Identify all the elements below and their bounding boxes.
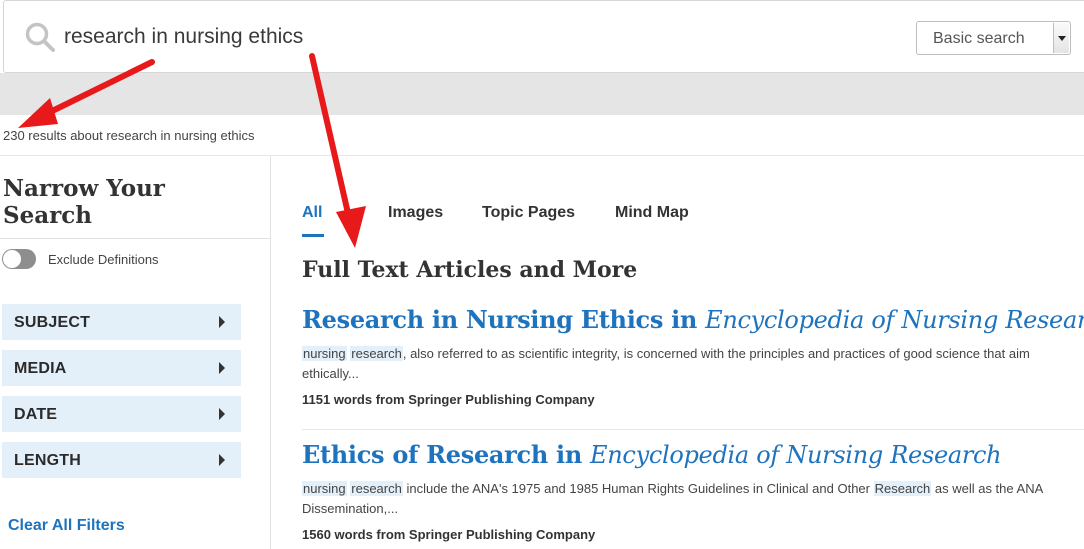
result-meta: 1151 words from Springer Publishing Comp… bbox=[302, 392, 595, 407]
result-snippet: nursing research include the ANA's 1975 … bbox=[302, 479, 1084, 519]
divider bbox=[0, 238, 271, 239]
result-title-link[interactable]: Ethics of Research in Encyclopedia of Nu… bbox=[302, 440, 1002, 469]
toggle-label: Exclude Definitions bbox=[48, 252, 159, 267]
active-tab-indicator bbox=[302, 234, 324, 237]
toggle-knob bbox=[3, 250, 21, 268]
filter-media[interactable]: MEDIA bbox=[2, 350, 241, 386]
snippet-highlight: research bbox=[350, 346, 403, 361]
result-snippet: nursing research, also referred to as sc… bbox=[302, 344, 1084, 384]
search-input[interactable]: research in nursing ethics bbox=[64, 25, 303, 49]
filter-subject[interactable]: SUBJECT bbox=[2, 304, 241, 340]
filter-length[interactable]: LENGTH bbox=[2, 442, 241, 478]
snippet-text: Dissemination,... bbox=[302, 501, 399, 516]
result-source: Encyclopedia of Nursing Research bbox=[705, 306, 1084, 334]
snippet-highlight: nursing bbox=[302, 346, 347, 361]
sidebar-title: Narrow Your Search bbox=[3, 175, 165, 229]
filter-label: MEDIA bbox=[14, 360, 67, 377]
filter-label: LENGTH bbox=[14, 452, 81, 469]
search-bar: research in nursing ethics Basic search bbox=[3, 0, 1084, 73]
filter-sidebar: Narrow Your Search Exclude Definitions S… bbox=[0, 156, 271, 549]
result-title-text: Ethics of Research in bbox=[302, 440, 591, 469]
snippet-highlight: nursing bbox=[302, 481, 347, 496]
results-count: 230 results about research in nursing et… bbox=[3, 128, 255, 143]
snippet-highlight: research bbox=[350, 481, 403, 496]
section-title: Full Text Articles and More bbox=[302, 257, 638, 283]
tab-mind-map[interactable]: Mind Map bbox=[615, 204, 689, 222]
snippet-text: ethically... bbox=[302, 366, 359, 381]
chevron-down-icon[interactable] bbox=[1053, 23, 1069, 53]
chevron-right-icon bbox=[219, 362, 225, 374]
snippet-text: , also referred to as scientific integri… bbox=[402, 346, 1030, 361]
search-mode-label: Basic search bbox=[933, 30, 1025, 47]
search-mode-select[interactable]: Basic search bbox=[916, 21, 1071, 55]
snippet-text: as well as the ANA bbox=[931, 481, 1044, 496]
divider-band bbox=[0, 73, 1084, 115]
result-meta: 1560 words from Springer Publishing Comp… bbox=[302, 527, 596, 542]
tab-topic-pages[interactable]: Topic Pages bbox=[482, 204, 575, 222]
exclude-definitions-toggle[interactable] bbox=[2, 249, 36, 269]
chevron-right-icon bbox=[219, 316, 225, 328]
result-title-link[interactable]: Research in Nursing Ethics in Encycloped… bbox=[302, 305, 1084, 334]
clear-all-filters-link[interactable]: Clear All Filters bbox=[8, 517, 125, 535]
tab-all[interactable]: All bbox=[302, 204, 322, 222]
result-title-text: Research in Nursing Ethics in bbox=[302, 305, 706, 334]
tab-images[interactable]: Images bbox=[388, 204, 443, 222]
filter-date[interactable]: DATE bbox=[2, 396, 241, 432]
chevron-right-icon bbox=[219, 408, 225, 420]
result-source: Encyclopedia of Nursing Research bbox=[590, 441, 1002, 469]
divider bbox=[302, 429, 1084, 430]
filter-label: SUBJECT bbox=[14, 314, 91, 331]
snippet-text: include the ANA's 1975 and 1985 Human Ri… bbox=[402, 481, 874, 496]
filter-label: DATE bbox=[14, 406, 58, 423]
search-icon[interactable] bbox=[24, 21, 56, 53]
chevron-right-icon bbox=[219, 454, 225, 466]
snippet-highlight: Research bbox=[873, 481, 932, 496]
